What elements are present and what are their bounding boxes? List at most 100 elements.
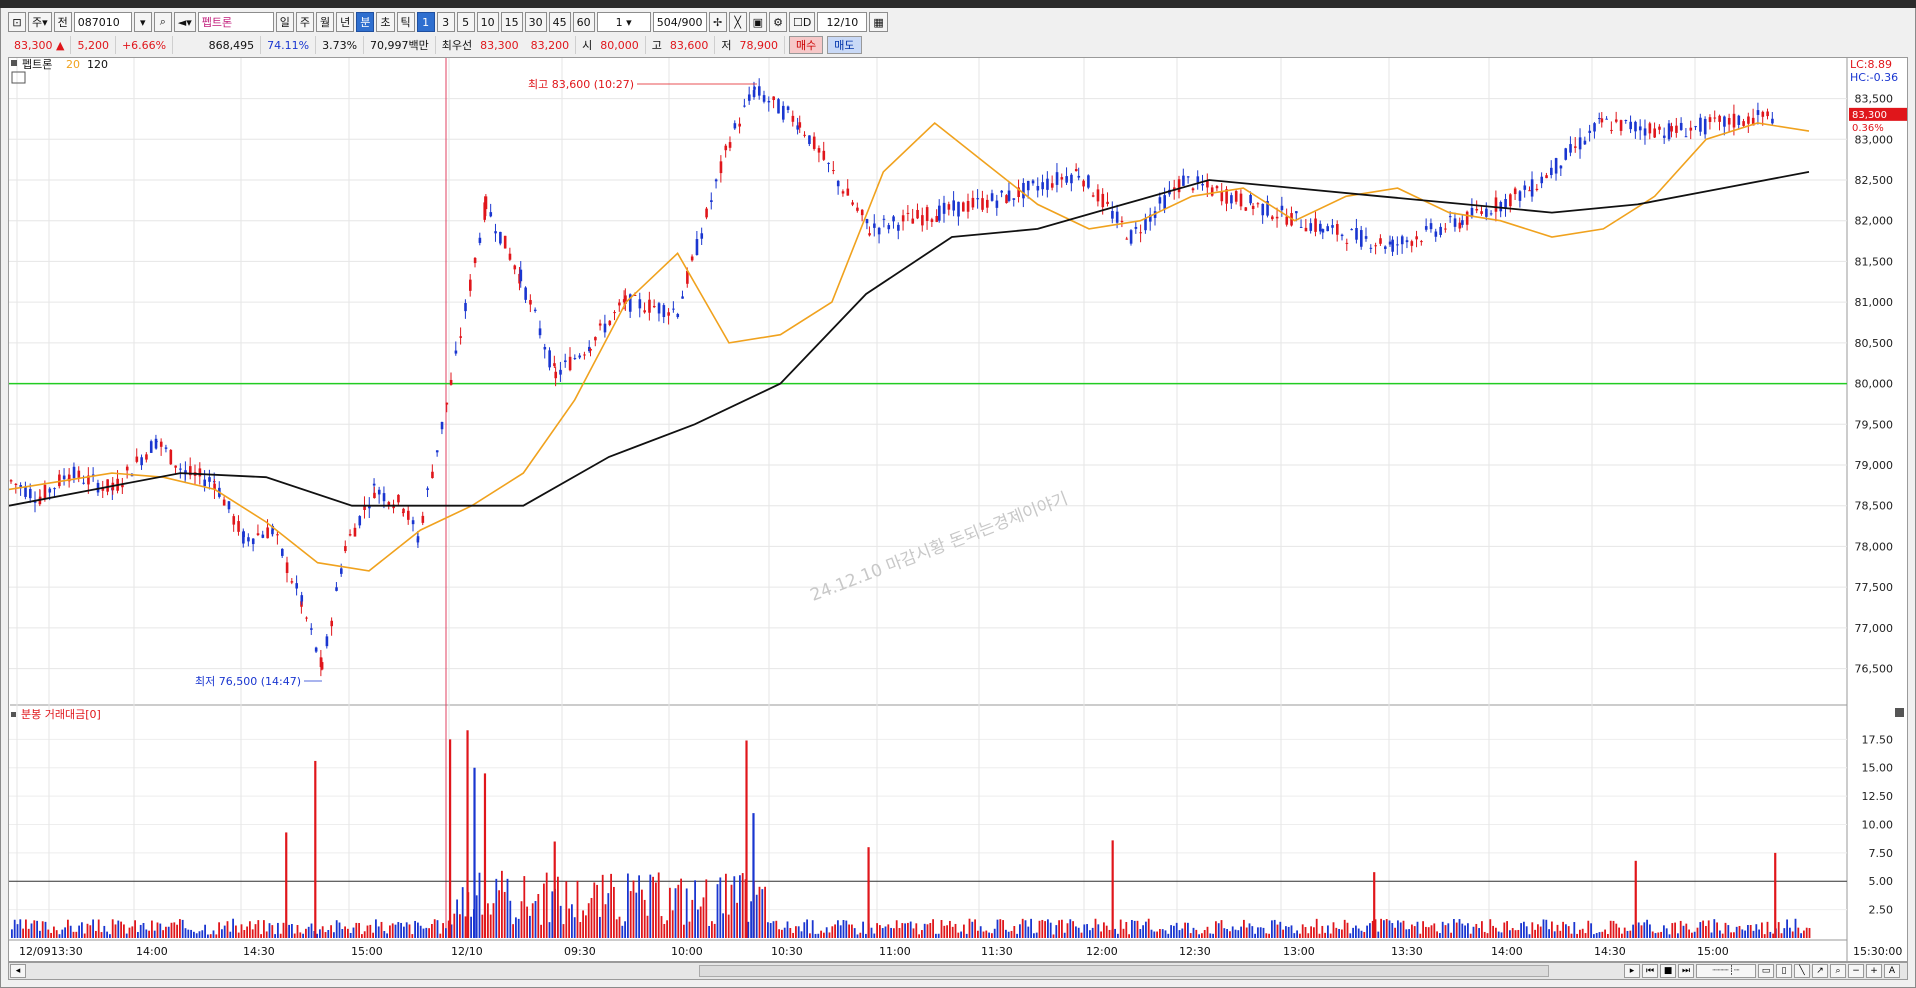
- candle-body: [358, 516, 362, 526]
- volume-bar: [613, 886, 615, 938]
- crosshair-icon[interactable]: ✢: [708, 12, 727, 32]
- stock-code-input[interactable]: 087010: [73, 12, 132, 32]
- volume-bar: [221, 929, 223, 938]
- last-page-icon[interactable]: ⏭: [1678, 964, 1694, 978]
- volume-bar: [1231, 926, 1234, 938]
- draw-tool-icon[interactable]: ╳: [728, 12, 747, 32]
- volume-bar: [1643, 922, 1646, 938]
- period-select[interactable]: 주 ▾: [28, 12, 52, 32]
- volume-bar: [772, 921, 775, 938]
- magnify-icon[interactable]: ⌕: [1830, 964, 1846, 978]
- volume-bar: [747, 921, 750, 938]
- speaker-icon[interactable]: ◄▾: [173, 12, 196, 32]
- split-icon[interactable]: ▯: [1776, 964, 1792, 978]
- candle-body: [1415, 236, 1418, 240]
- volume-pane-close-icon[interactable]: [1895, 708, 1904, 717]
- interval-input[interactable]: 1 ▾: [596, 12, 651, 32]
- code-dropdown-icon[interactable]: ▾: [133, 12, 152, 32]
- candle-body: [1158, 197, 1162, 204]
- tab-month[interactable]: 월: [316, 12, 335, 32]
- candle-body: [1139, 232, 1142, 234]
- volume-bar: [1285, 926, 1287, 938]
- candle-body: [942, 202, 946, 214]
- candle-body: [1280, 205, 1284, 211]
- chart-mode-icon[interactable]: ⊡: [8, 12, 26, 32]
- volume-bar: [1349, 933, 1352, 938]
- interval-30[interactable]: 30: [524, 12, 547, 32]
- candle-body: [1388, 241, 1392, 245]
- volume-bar: [1749, 924, 1752, 938]
- candle-body: [995, 200, 999, 208]
- volume-bar: [1212, 933, 1214, 938]
- candle-body: [846, 188, 850, 196]
- candle-body: [1713, 117, 1717, 119]
- price-volume-chart[interactable]: 83,500 83,000 82,500 82,000 81,500 81,000 80,5…: [8, 58, 1907, 961]
- interval-5[interactable]: 5: [456, 12, 475, 32]
- open-label: 시: [582, 39, 593, 52]
- candle-body: [1638, 126, 1642, 131]
- buy-button[interactable]: 매수: [789, 36, 824, 54]
- candle-body: [648, 299, 651, 313]
- settings-gear-icon[interactable]: ⚙: [769, 12, 788, 32]
- interval-60[interactable]: 60: [572, 12, 595, 32]
- view-count-value: 504: [656, 15, 678, 29]
- interval-45[interactable]: 45: [548, 12, 571, 32]
- tab-tick[interactable]: 틱: [396, 12, 415, 32]
- interval-3[interactable]: 3: [436, 12, 455, 32]
- candle-body: [499, 231, 502, 244]
- chart-scrollbar[interactable]: ◂ ▸ ⏮ ■ ⏭ ┈┈┈┊┈ ▭ ▯ ╲ ↗ ⌕ − + A: [8, 962, 1908, 980]
- legend-collapse-icon[interactable]: [11, 60, 17, 66]
- market-select[interactable]: 전: [53, 12, 72, 32]
- tab-year[interactable]: 년: [336, 12, 355, 32]
- volume-bar: [781, 929, 783, 938]
- font-size-icon[interactable]: A: [1884, 964, 1900, 978]
- volume-bar: [557, 876, 559, 938]
- save-icon[interactable]: ▣: [748, 12, 768, 32]
- tab-minute[interactable]: 분: [356, 12, 375, 32]
- layout-icon[interactable]: ▭: [1758, 964, 1774, 978]
- tab-second[interactable]: 초: [376, 12, 395, 32]
- volume-bar: [369, 924, 372, 938]
- sell-button[interactable]: 매도: [827, 36, 862, 54]
- volume-bar: [1436, 931, 1438, 938]
- zoom-out-icon[interactable]: −: [1848, 964, 1864, 978]
- volume-bar: [111, 919, 114, 938]
- tab-day[interactable]: 일: [275, 12, 294, 32]
- zoom-in-icon[interactable]: +: [1866, 964, 1882, 978]
- interval-1[interactable]: 1: [416, 12, 435, 32]
- volume-bar: [131, 926, 134, 938]
- candle-body: [372, 483, 376, 486]
- volume-bar: [47, 929, 50, 938]
- view-count-field[interactable]: 504/900: [652, 12, 707, 32]
- volume-bar: [1005, 929, 1007, 938]
- scroll-right-icon[interactable]: ▸: [1624, 964, 1640, 978]
- time-tick-label: 15:00: [351, 945, 383, 958]
- first-page-icon[interactable]: ⏮: [1642, 964, 1658, 978]
- volume-bar: [1766, 921, 1769, 938]
- date-checkbox[interactable]: ☐ D: [789, 12, 816, 32]
- chart-panel[interactable]: 83,500 83,000 82,500 82,000 81,500 81,000 80,5…: [8, 57, 1908, 962]
- draw-line-icon[interactable]: ╲: [1794, 964, 1810, 978]
- volume-bar: [1691, 932, 1693, 938]
- interval-10[interactable]: 10: [476, 12, 499, 32]
- arrow-tool-icon[interactable]: ↗: [1812, 964, 1828, 978]
- scroll-thumb[interactable]: [699, 965, 1549, 977]
- date-input[interactable]: 12/10: [817, 12, 868, 32]
- stock-name-field[interactable]: 펩트론: [197, 12, 274, 32]
- stop-icon[interactable]: ■: [1660, 964, 1676, 978]
- volume-bar: [1551, 921, 1553, 938]
- tab-week[interactable]: 주: [295, 12, 315, 32]
- candle-body: [227, 501, 231, 510]
- volume-bar: [1724, 922, 1727, 938]
- volume-bar: [559, 905, 562, 938]
- candle-body: [700, 233, 704, 239]
- candle-body: [695, 239, 699, 255]
- volume-bar: [800, 931, 803, 938]
- volume-bar: [1531, 922, 1534, 938]
- interval-15[interactable]: 15: [500, 12, 523, 32]
- volume-legend-icon[interactable]: [11, 712, 16, 717]
- zoom-slider-icon[interactable]: ┈┈┈┊┈: [1696, 964, 1756, 978]
- search-icon[interactable]: ⌕: [153, 12, 172, 32]
- calendar-icon[interactable]: ▦: [869, 12, 888, 32]
- scroll-left-icon[interactable]: ◂: [10, 964, 26, 978]
